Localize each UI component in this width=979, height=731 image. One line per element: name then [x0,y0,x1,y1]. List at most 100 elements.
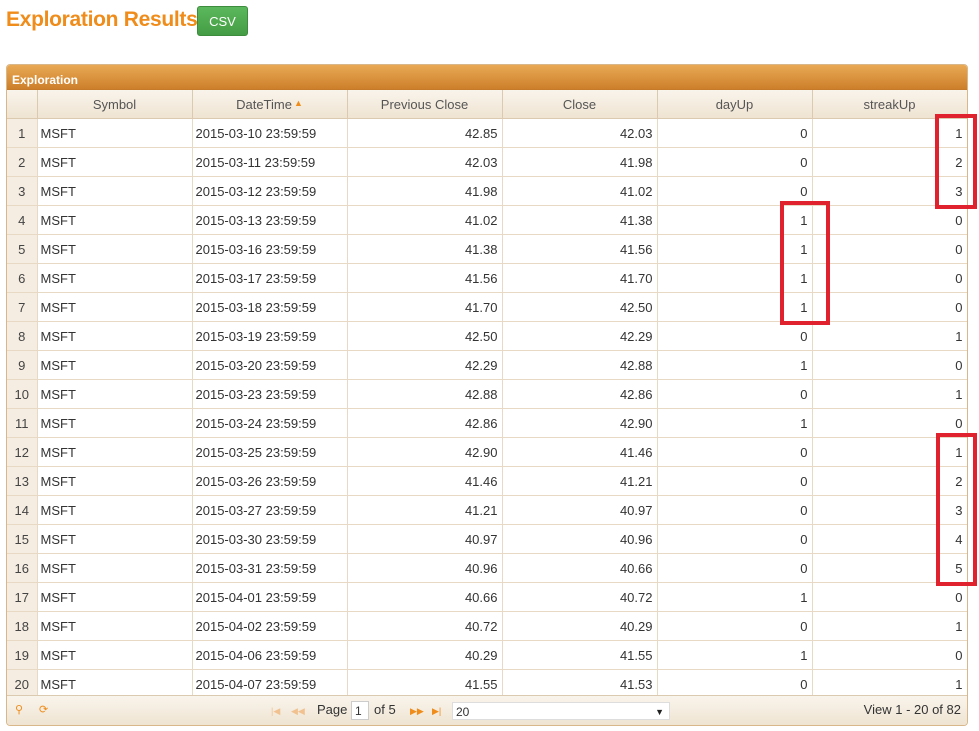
dayup-cell: 0 [657,437,813,467]
dayup-cell: 0 [657,466,813,496]
symbol-cell: MSFT [37,437,193,467]
row-number: 9 [7,350,38,380]
row-number: 7 [7,292,38,322]
sort-asc-icon[interactable]: ▲ [294,98,303,108]
symbol-cell: MSFT [37,321,193,351]
row-number: 1 [7,118,38,148]
table-row[interactable]: 2 MSFT 2015-03-11 23:59:59 42.03 41.98 0 2 [7,147,967,177]
datetime-cell: 2015-03-11 23:59:59 [192,147,348,177]
previous-close-cell: 42.85 [347,118,503,148]
table-row[interactable]: 11 MSFT 2015-03-24 23:59:59 42.86 42.90 1 0 [7,408,967,438]
refresh-icon[interactable]: ⟳ [39,703,48,716]
symbol-cell: MSFT [37,176,193,206]
symbol-cell: MSFT [37,234,193,264]
close-cell: 42.29 [502,321,658,351]
datetime-cell: 2015-03-20 23:59:59 [192,350,348,380]
page-number-input[interactable]: 1 [351,701,369,720]
previous-close-cell: 42.86 [347,408,503,438]
col-header-label: streakUp [863,96,916,112]
table-row[interactable]: 1 MSFT 2015-03-10 23:59:59 42.85 42.03 0 1 [7,118,967,148]
grid-caption: Exploration [7,65,967,90]
view-range-label: View 1 - 20 of 82 [863,702,961,717]
dayup-cell: 0 [657,524,813,554]
results-table: Symbol DateTime ▲ Previous Close Close da… [7,90,967,699]
table-row[interactable]: 9 MSFT 2015-03-20 23:59:59 42.29 42.88 1 0 [7,350,967,380]
close-cell: 41.02 [502,176,658,206]
table-row[interactable]: 14 MSFT 2015-03-27 23:59:59 41.21 40.97 0 3 [7,495,967,525]
prev-page-icon: ◀◀ [291,706,305,716]
symbol-cell: MSFT [37,292,193,322]
table-row[interactable]: 13 MSFT 2015-03-26 23:59:59 41.46 41.21 0 2 [7,466,967,496]
row-number: 3 [7,176,38,206]
page-count-label: of 5 [374,702,396,717]
table-row[interactable]: 17 MSFT 2015-04-01 23:59:59 40.66 40.72 1 0 [7,582,967,612]
streakup-cell: 0 [812,234,967,264]
previous-close-cell: 41.38 [347,234,503,264]
table-row[interactable]: 8 MSFT 2015-03-19 23:59:59 42.50 42.29 0 1 [7,321,967,351]
datetime-cell: 2015-03-23 23:59:59 [192,379,348,409]
datetime-cell: 2015-03-30 23:59:59 [192,524,348,554]
table-row[interactable]: 18 MSFT 2015-04-02 23:59:59 40.72 40.29 0 1 [7,611,967,641]
rows-per-page-select[interactable]: 20 ▼ [452,702,670,720]
rows-per-page-value: 20 [456,705,470,719]
row-number: 6 [7,263,38,293]
datetime-cell: 2015-03-13 23:59:59 [192,205,348,235]
table-row[interactable]: 10 MSFT 2015-03-23 23:59:59 42.88 42.86 0 1 [7,379,967,409]
csv-button[interactable]: CSV [197,6,248,36]
col-header-label: DateTime [236,96,292,112]
page-title: Exploration Results [6,8,198,31]
datetime-cell: 2015-03-10 23:59:59 [192,118,348,148]
close-cell: 41.38 [502,205,658,235]
previous-close-cell: 42.29 [347,350,503,380]
dayup-cell: 1 [657,350,813,380]
datetime-cell: 2015-04-06 23:59:59 [192,640,348,670]
previous-close-cell: 40.29 [347,640,503,670]
symbol-cell: MSFT [37,263,193,293]
symbol-cell: MSFT [37,147,193,177]
previous-close-cell: 40.66 [347,582,503,612]
highlight-box [936,433,977,586]
col-header-previous-close[interactable]: Previous Close [347,90,503,119]
close-cell: 40.66 [502,553,658,583]
symbol-cell: MSFT [37,495,193,525]
col-header-label: dayUp [715,96,754,112]
table-row[interactable]: 16 MSFT 2015-03-31 23:59:59 40.96 40.66 0 5 [7,553,967,583]
row-number: 2 [7,147,38,177]
close-cell: 41.55 [502,640,658,670]
streakup-cell: 1 [812,379,967,409]
next-page-icon[interactable]: ▶▶ [410,706,424,717]
datetime-cell: 2015-04-01 23:59:59 [192,582,348,612]
symbol-cell: MSFT [37,611,193,641]
search-icon[interactable]: ⚲ [15,703,23,716]
previous-close-cell: 42.90 [347,437,503,467]
datetime-cell: 2015-04-02 23:59:59 [192,611,348,641]
last-page-icon[interactable]: ▶| [432,706,441,717]
previous-close-cell: 40.72 [347,611,503,641]
datetime-cell: 2015-03-18 23:59:59 [192,292,348,322]
col-header-dayup[interactable]: dayUp [657,90,813,119]
close-cell: 40.96 [502,524,658,554]
symbol-cell: MSFT [37,350,193,380]
datetime-cell: 2015-03-17 23:59:59 [192,263,348,293]
row-number: 10 [7,379,38,409]
col-header-close[interactable]: Close [502,90,658,119]
row-number: 11 [7,408,38,438]
table-row[interactable]: 19 MSFT 2015-04-06 23:59:59 40.29 41.55 1 0 [7,640,967,670]
symbol-cell: MSFT [37,524,193,554]
dayup-cell: 0 [657,147,813,177]
col-header-datetime[interactable]: DateTime ▲ [192,90,348,119]
col-header-symbol[interactable]: Symbol [37,90,193,119]
streakup-cell: 0 [812,350,967,380]
table-row[interactable]: 12 MSFT 2015-03-25 23:59:59 42.90 41.46 0 1 [7,437,967,467]
row-number: 19 [7,640,38,670]
previous-close-cell: 41.70 [347,292,503,322]
chevron-down-icon: ▼ [655,707,664,717]
table-row[interactable]: 15 MSFT 2015-03-30 23:59:59 40.97 40.96 0 4 [7,524,967,554]
streakup-cell: 0 [812,205,967,235]
row-number: 5 [7,234,38,264]
previous-close-cell: 41.21 [347,495,503,525]
dayup-cell: 1 [657,582,813,612]
exploration-grid: Exploration Symbol DateTime ▲ Previous Cl… [6,64,968,726]
datetime-cell: 2015-03-16 23:59:59 [192,234,348,264]
dayup-cell: 0 [657,495,813,525]
